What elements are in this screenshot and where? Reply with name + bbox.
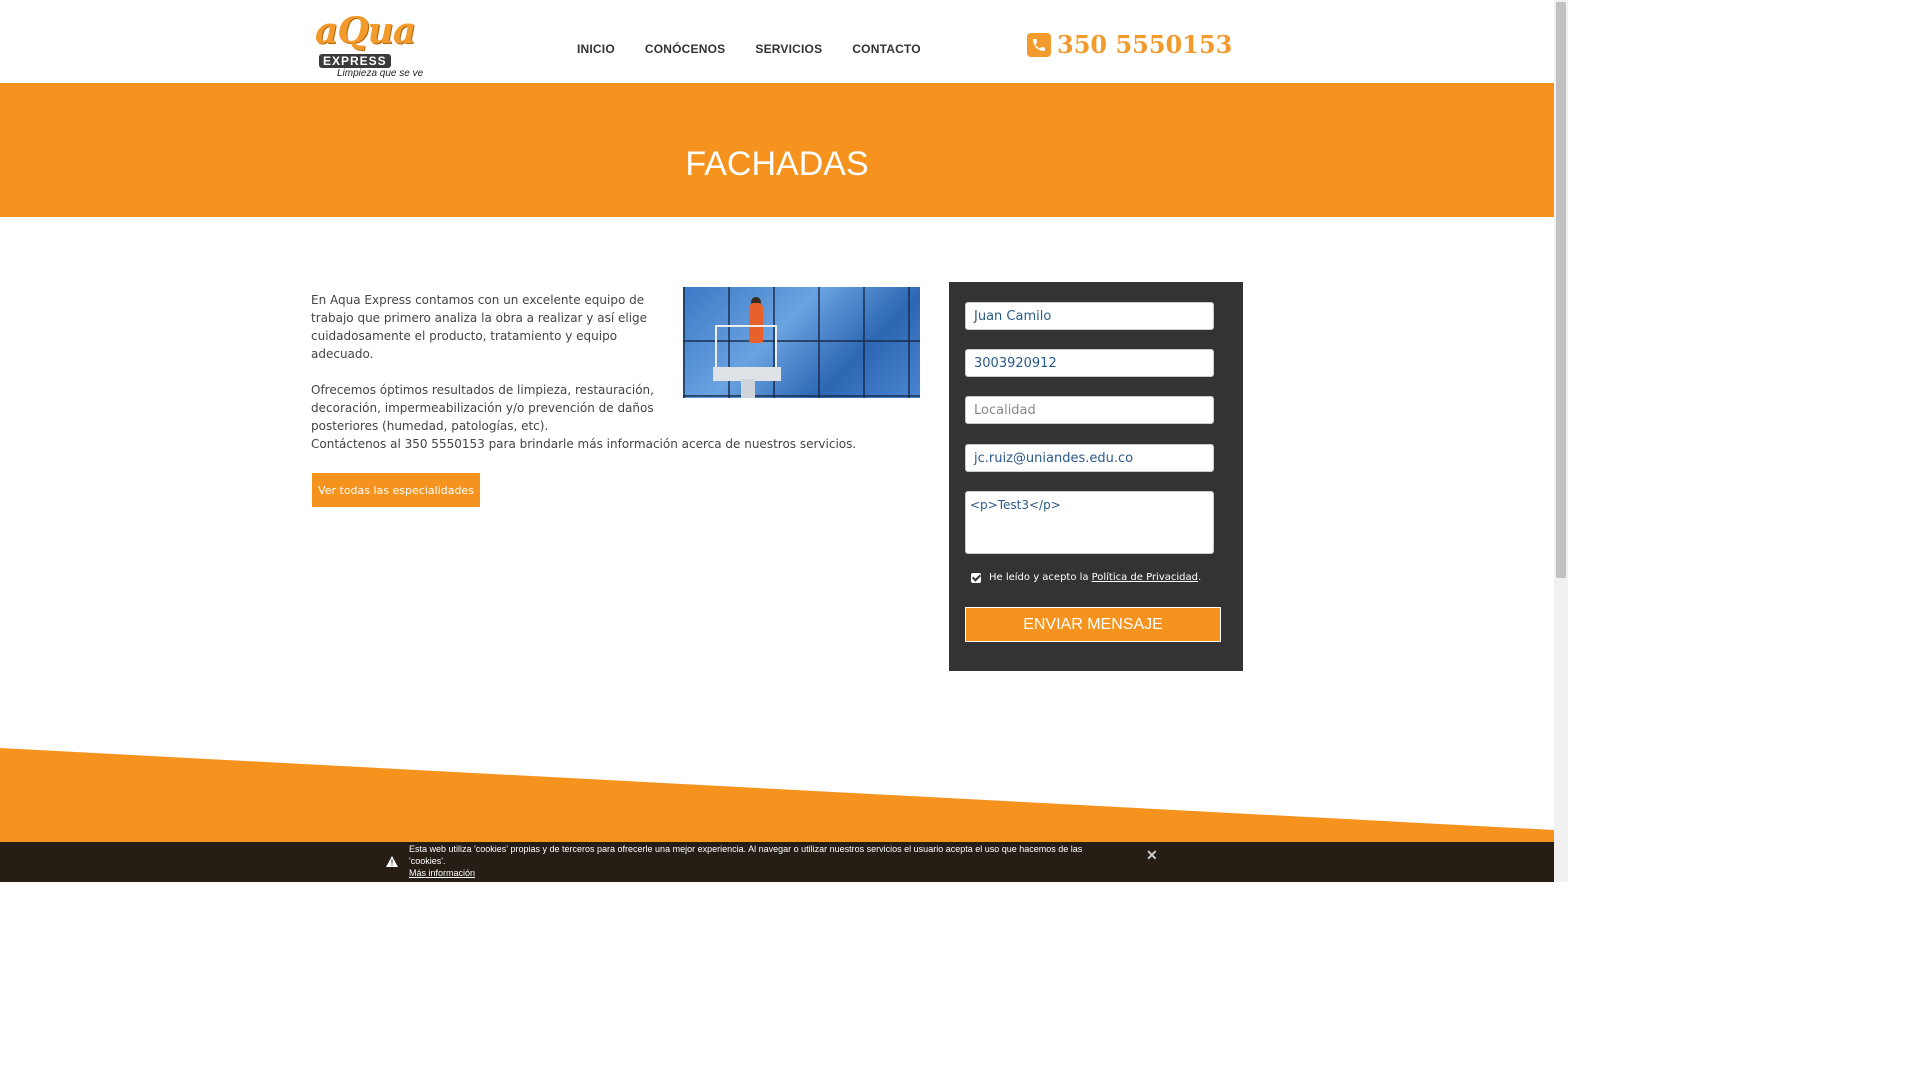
page-scrollbar[interactable] (1554, 0, 1568, 882)
site-header: aQua EXPRESS Limpieza que se ve INICIO C… (0, 0, 1554, 83)
nav-inicio[interactable]: INICIO (577, 42, 615, 56)
phone-number: 350 5550153 (1057, 30, 1233, 59)
contact-form: Juan Camilo 3003920912 Localidad jc.ruiz… (949, 282, 1243, 671)
main-nav: INICIO CONÓCENOS SERVICIOS CONTACTO (577, 42, 951, 56)
logo-tagline: Limpieza que se ve (337, 68, 424, 79)
nav-contacto[interactable]: CONTACTO (852, 42, 921, 56)
email-field[interactable]: jc.ruiz@uniandes.edu.co (965, 444, 1214, 472)
nav-conocenos[interactable]: CONÓCENOS (645, 42, 725, 56)
facade-cleaning-photo (683, 287, 920, 398)
privacy-label: He leído y acepto la (989, 572, 1089, 583)
phone-field[interactable]: 3003920912 (965, 349, 1214, 377)
logo-main-text: aQua (315, 10, 416, 52)
close-icon[interactable]: ✕ (1146, 847, 1158, 864)
scrollbar-thumb[interactable] (1556, 2, 1566, 578)
send-message-button[interactable]: ENVIAR MENSAJE (965, 607, 1221, 642)
cookie-text: Esta web utiliza 'cookies' propias y de … (409, 844, 1083, 866)
warning-icon (386, 852, 398, 871)
page-title: FACHADAS (685, 145, 869, 183)
privacy-policy-link[interactable]: Política de Privacidad (1092, 572, 1198, 583)
header-phone[interactable]: 350 5550153 (1027, 30, 1232, 59)
all-specialties-button[interactable]: Ver todas las especialidades (312, 473, 480, 507)
privacy-consent: He leído y acepto la Política de Privaci… (971, 572, 1201, 583)
phone-icon (1027, 32, 1051, 57)
logo-express-text: EXPRESS (319, 54, 391, 68)
contact-line: Contáctenos al 350 5550153 para brindarl… (311, 437, 857, 451)
aqua-express-logo[interactable]: aQua EXPRESS Limpieza que se ve (313, 10, 423, 82)
description-paragraph-2: Ofrecemos óptimos resultados de limpieza… (311, 383, 654, 433)
message-textarea[interactable]: <p>Test3</p> (965, 491, 1214, 554)
locality-field[interactable]: Localidad (965, 396, 1214, 424)
cookie-banner: Esta web utiliza 'cookies' propias y de … (0, 842, 1554, 882)
name-field[interactable]: Juan Camilo (965, 302, 1214, 330)
privacy-checkbox[interactable] (971, 572, 981, 583)
cookie-more-info-link[interactable]: Más información (409, 868, 475, 878)
page-banner: FACHADAS (0, 83, 1554, 217)
service-description: En Aqua Express contamos con un excelent… (311, 291, 679, 453)
nav-servicios[interactable]: SERVICIOS (755, 42, 822, 56)
description-paragraph-1: En Aqua Express contamos con un excelent… (311, 293, 648, 361)
